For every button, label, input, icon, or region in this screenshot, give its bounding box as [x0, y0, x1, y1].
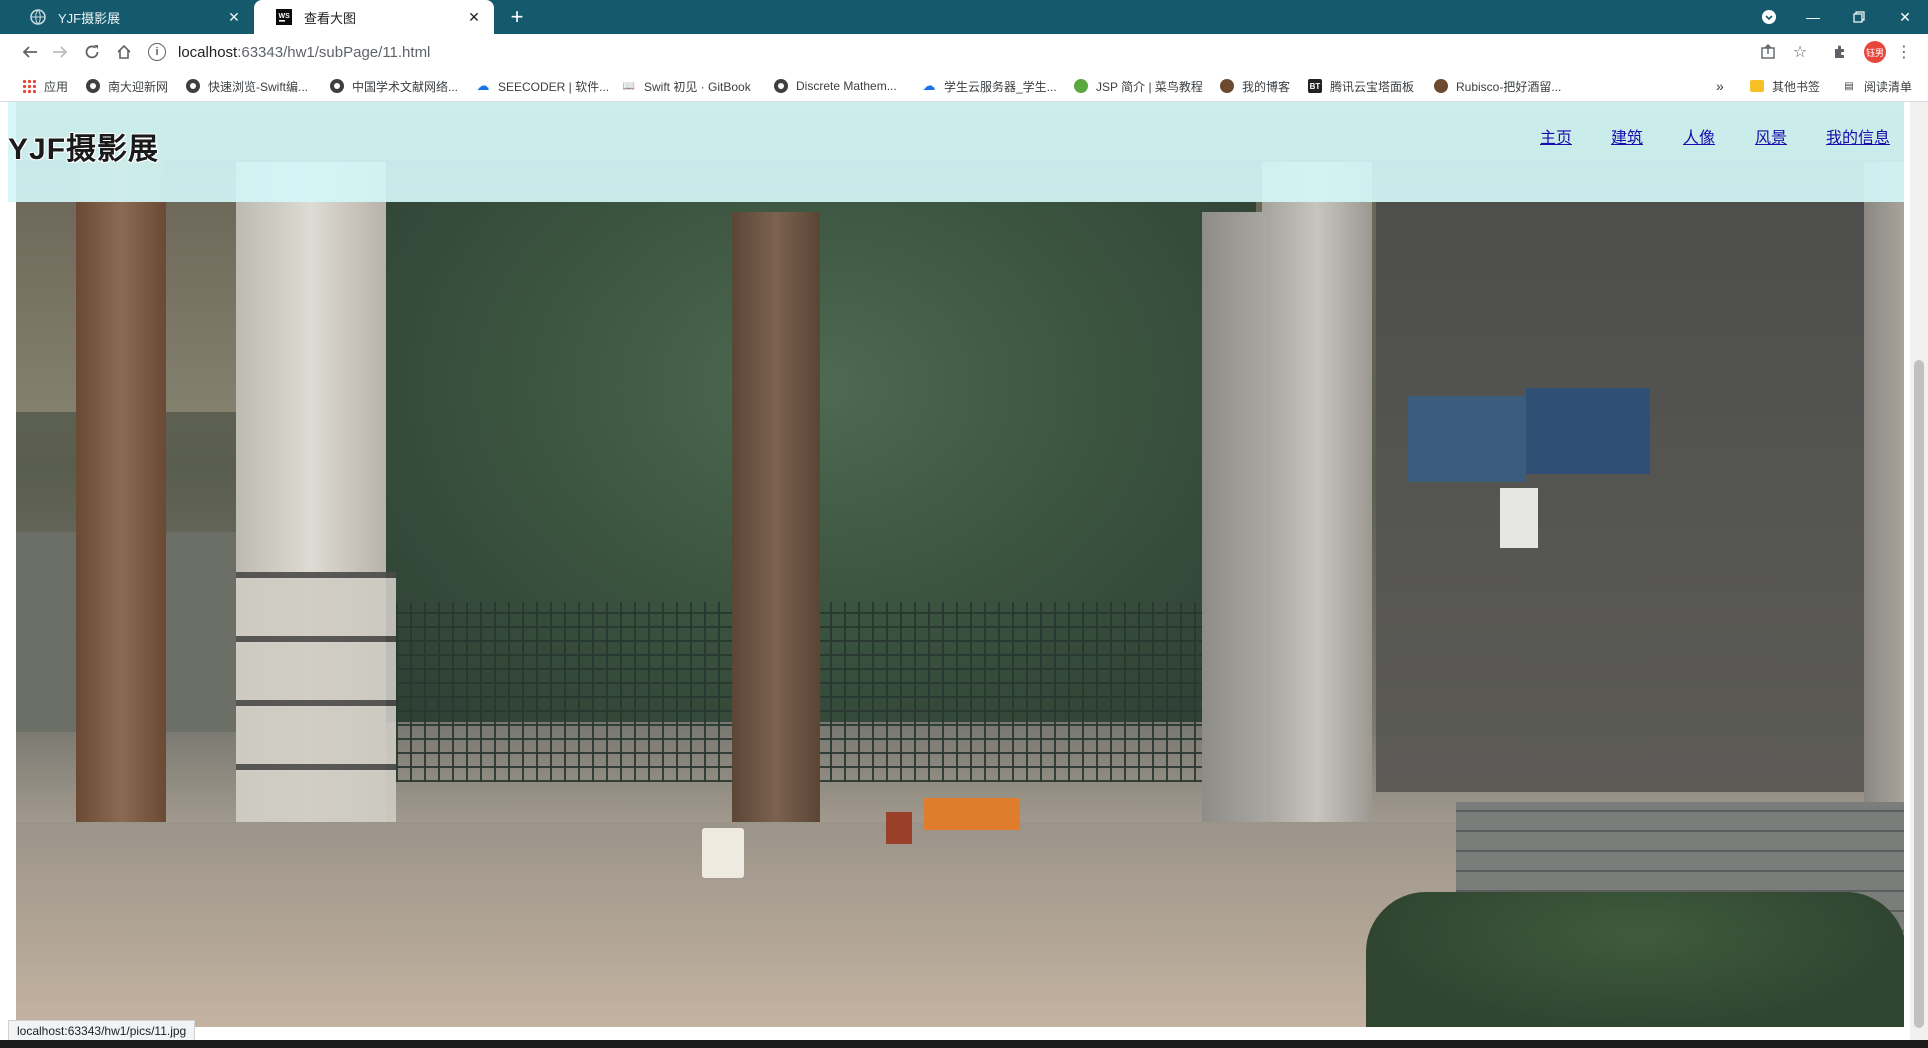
home-icon [117, 44, 131, 59]
tab-strip: YJF摄影展 ✕ WS 查看大图 ✕ + — ✕ [0, 0, 1928, 34]
url-text: localhost:63343/hw1/subPage/11.html [178, 43, 431, 61]
site-logo[interactable]: YJF摄影展 [8, 124, 159, 168]
restore-icon[interactable] [1836, 0, 1882, 34]
address-bar[interactable]: i localhost:63343/hw1/subPage/11.html [148, 38, 1748, 66]
globe-icon [330, 79, 344, 93]
os-taskbar [0, 1040, 1928, 1048]
bookmark-item[interactable]: 中国学术文献网络... [330, 70, 458, 102]
browser-toolbar: i localhost:63343/hw1/subPage/11.html ☆ … [0, 34, 1928, 70]
reading-list[interactable]: ▤ 阅读清单 [1842, 70, 1912, 102]
folder-icon [1750, 80, 1764, 92]
bookmark-item[interactable]: JSP 简介 | 菜鸟教程 [1074, 70, 1203, 102]
page-scrollbar[interactable] [1910, 102, 1928, 1040]
nav-my-info-link[interactable]: 我的信息 [1826, 124, 1890, 148]
minimize-icon[interactable]: — [1790, 0, 1836, 34]
bookmark-star-icon[interactable]: ☆ [1788, 40, 1812, 64]
bookmark-item[interactable]: 📖 Swift 初见 · GitBook [622, 70, 751, 102]
home-button[interactable] [112, 40, 136, 64]
cloud-icon: ☁ [922, 78, 936, 93]
page-viewport: YJF摄影展 主页 建筑 人像 风景 我的信息 [0, 102, 1928, 1040]
bookmark-item[interactable]: BT 腾讯云宝塔面板 [1308, 70, 1414, 102]
bookmark-item[interactable]: Discrete Mathem... [774, 70, 897, 102]
nav-architecture-link[interactable]: 建筑 [1611, 124, 1643, 148]
close-window-icon[interactable]: ✕ [1882, 0, 1928, 34]
bookmarks-bar: 应用 南大迎新网 快速浏览-Swift编... 中国学术文献网络... ☁ SEE… [0, 70, 1928, 102]
bookmark-apps[interactable]: 应用 [22, 70, 68, 102]
webstorm-icon: WS [276, 9, 292, 25]
info-icon[interactable]: i [148, 43, 166, 61]
globe-icon [86, 79, 100, 93]
reload-icon [85, 45, 99, 59]
globe-icon [30, 9, 46, 25]
profile-avatar[interactable]: 钰男 [1864, 41, 1886, 63]
globe-icon [774, 79, 788, 93]
bt-icon: BT [1308, 79, 1322, 93]
runoob-icon [1074, 79, 1088, 93]
bookmarks-overflow[interactable]: » [1716, 70, 1724, 102]
tab-title: YJF摄影展 [58, 10, 121, 26]
reading-list-icon: ▤ [1844, 80, 1854, 92]
tab-view-large-image[interactable]: WS 查看大图 ✕ [254, 0, 494, 34]
avatar-icon [1434, 79, 1448, 93]
bookmark-item[interactable]: Rubisco-把好酒留... [1434, 70, 1561, 102]
more-menu-icon[interactable]: ⋮ [1892, 40, 1916, 64]
scrollbar-thumb[interactable] [1914, 360, 1924, 1028]
status-bar-url: localhost:63343/hw1/pics/11.jpg [8, 1020, 196, 1042]
bookmark-item[interactable]: ☁ 学生云服务器_学生... [922, 70, 1057, 102]
tab-title: 查看大图 [304, 10, 357, 26]
book-icon: 📖 [622, 80, 636, 92]
nav-landscape-link[interactable]: 风景 [1755, 124, 1787, 148]
forward-button[interactable] [48, 40, 72, 64]
new-tab-button[interactable]: + [504, 4, 530, 30]
avatar-icon [1220, 79, 1234, 93]
back-button[interactable] [18, 40, 42, 64]
forward-arrow-icon [53, 46, 68, 58]
bookmark-item[interactable]: ☁ SEECODER | 软件... [476, 70, 610, 102]
svg-text:WS: WS [279, 13, 291, 20]
reload-button[interactable] [80, 40, 104, 64]
back-arrow-icon [22, 46, 37, 58]
cloud-icon: ☁ [476, 78, 490, 93]
close-icon[interactable]: ✕ [462, 9, 486, 26]
nav-home-link[interactable]: 主页 [1540, 124, 1572, 148]
apps-icon [22, 79, 36, 93]
tab-search-icon[interactable] [1746, 0, 1792, 34]
bookmark-item[interactable]: 南大迎新网 [86, 70, 168, 102]
site-header: YJF摄影展 主页 建筑 人像 风景 我的信息 [8, 102, 1904, 202]
bookmark-item[interactable]: 快速浏览-Swift编... [186, 70, 308, 102]
large-photo [16, 102, 1904, 1027]
bookmark-item[interactable]: 我的博客 [1220, 70, 1290, 102]
tab-yjf-gallery[interactable]: YJF摄影展 ✕ [8, 0, 254, 34]
globe-icon [186, 79, 200, 93]
nav-portrait-link[interactable]: 人像 [1683, 124, 1715, 148]
share-icon[interactable] [1756, 40, 1780, 64]
extensions-icon[interactable] [1828, 40, 1852, 64]
other-bookmarks[interactable]: 其他书签 [1750, 70, 1820, 102]
close-icon[interactable]: ✕ [222, 9, 246, 26]
